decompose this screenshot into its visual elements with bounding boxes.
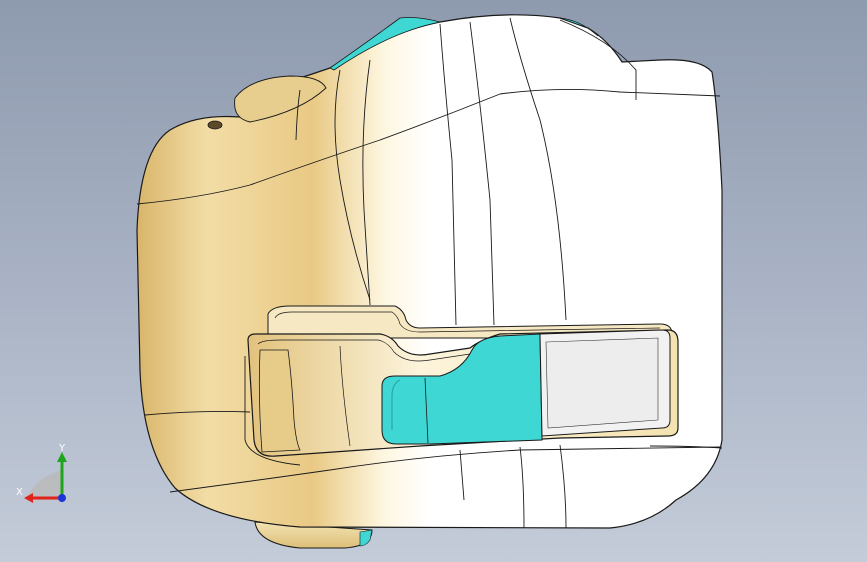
z-axis-dot-icon: [58, 494, 66, 502]
y-axis-label: Y: [59, 443, 66, 454]
housing-body: [136, 14, 723, 529]
coordinate-triad: X Y: [14, 440, 74, 510]
top-button-hole: [207, 120, 223, 130]
bottom-foot-accent: [359, 529, 373, 547]
x-axis-label: X: [16, 487, 23, 498]
graphics-viewport[interactable]: X Y: [0, 0, 867, 562]
3d-model-view[interactable]: [0, 0, 867, 562]
